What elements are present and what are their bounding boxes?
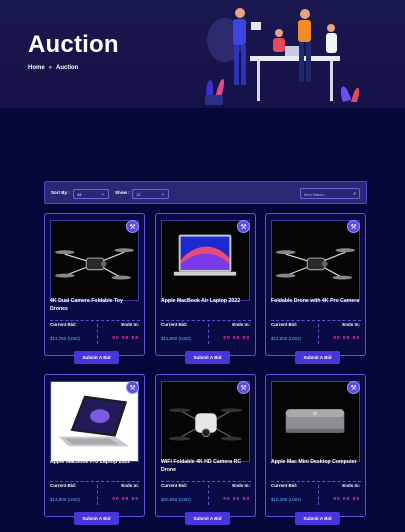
product-image[interactable]: [50, 220, 139, 301]
product-image[interactable]: [271, 220, 360, 301]
auction-card[interactable]: ⚒ WiFi Foldable 4K HD Camera RC Drone Curr…: [155, 374, 256, 525]
gavel-icon[interactable]: ⚒: [237, 381, 250, 394]
ends-in-label: Ends In:: [232, 483, 250, 488]
breadcrumb-home[interactable]: Home: [28, 65, 45, 71]
breadcrumb-current: Auction: [56, 65, 79, 71]
card-column-divider: [208, 485, 209, 505]
show-label: Show :: [115, 190, 130, 195]
product-title[interactable]: 4K Dual Camera Foldable Toy Drones: [50, 297, 140, 313]
show-select[interactable]: 12 ⌄: [132, 189, 169, 199]
ends-in-label: Ends In:: [121, 483, 139, 488]
gavel-icon[interactable]: ⚒: [347, 381, 360, 394]
current-bid-label: Current Bid:: [271, 483, 298, 488]
breadcrumb-separator: »: [48, 65, 53, 71]
current-bid-value: $13,950 (USD): [161, 336, 192, 341]
card-divider: [271, 481, 361, 482]
card-column-divider: [318, 324, 319, 344]
card-column-divider: [208, 324, 209, 344]
submit-bid-button[interactable]: Submit A Bid: [295, 512, 340, 525]
submit-bid-button[interactable]: Submit A Bid: [74, 351, 119, 364]
gavel-icon[interactable]: ⚒: [126, 381, 139, 394]
current-bid-value: $14,750 (USD): [50, 336, 81, 341]
filter-toolbar: Sort By : All ⌄ Show : 12 ⌄ Item Name...…: [44, 181, 367, 204]
current-bid-value: $20,650 (USD): [161, 497, 192, 502]
countdown-timer: 00 00 00: [223, 336, 250, 341]
search-placeholder: Item Name...: [304, 192, 327, 197]
page-hero: Auction Home » Auction: [0, 0, 405, 108]
gavel-icon[interactable]: ⚒: [237, 220, 250, 233]
countdown-timer: 00 00 00: [223, 497, 250, 502]
countdown-timer: 00 00 00: [333, 497, 360, 502]
card-divider: [50, 320, 140, 321]
current-bid-label: Current Bid:: [50, 483, 77, 488]
sort-label: Sort By :: [51, 190, 70, 195]
card-column-divider: [97, 324, 98, 344]
card-divider: [271, 320, 361, 321]
card-column-divider: [318, 485, 319, 505]
product-image[interactable]: [50, 381, 139, 462]
product-title[interactable]: Foldable Drone with 4K Pro Camera: [271, 297, 361, 305]
team-meeting-illustration: [205, 8, 360, 105]
card-divider: [161, 320, 251, 321]
chevron-down-icon: ⌄: [160, 191, 165, 197]
auction-card[interactable]: ⚒ Apple Mac Mini Desktop Computer Current …: [265, 374, 366, 525]
search-icon[interactable]: ⌕: [353, 191, 356, 197]
countdown-timer: 00 00 00: [333, 336, 360, 341]
submit-bid-button[interactable]: Submit A Bid: [185, 512, 230, 525]
ends-in-label: Ends In:: [121, 322, 139, 327]
current-bid-value: $10,200 (USD): [271, 497, 302, 502]
current-bid-label: Current Bid:: [161, 483, 188, 488]
current-bid-label: Current Bid:: [50, 322, 77, 327]
product-title[interactable]: Apple Macbook Pro Laptop 2022: [50, 458, 140, 466]
search-input[interactable]: Item Name... ⌕: [300, 188, 360, 199]
auction-card[interactable]: ⚒ Apple Macbook Pro Laptop 2022 Current Bi…: [44, 374, 145, 525]
ends-in-label: Ends In:: [232, 322, 250, 327]
show-select-value: 12: [136, 192, 141, 197]
breadcrumb: Home » Auction: [28, 65, 78, 71]
gavel-icon[interactable]: ⚒: [347, 220, 360, 233]
product-image[interactable]: [161, 381, 250, 462]
ends-in-label: Ends In:: [342, 483, 360, 488]
product-title[interactable]: Apple Mac Mini Desktop Computer: [271, 458, 361, 466]
page-title: Auction: [28, 31, 119, 58]
countdown-timer: 00 00 00: [112, 336, 139, 341]
submit-bid-button[interactable]: Submit A Bid: [185, 351, 230, 364]
card-divider: [161, 481, 251, 482]
current-bid-value: $13,500 (USD): [50, 497, 81, 502]
current-bid-label: Current Bid:: [161, 322, 188, 327]
countdown-timer: 00 00 00: [112, 497, 139, 502]
current-bid-value: $21,500 (USD): [271, 336, 302, 341]
auction-card[interactable]: ⚒ Apple MacBook Air Laptop 2022 Current Bi…: [155, 213, 256, 364]
sort-select[interactable]: All ⌄: [73, 189, 109, 199]
submit-bid-button[interactable]: Submit A Bid: [74, 512, 119, 525]
auction-card[interactable]: ⚒ Foldable Drone with 4K Pro Camera Curren…: [265, 213, 366, 364]
product-title[interactable]: WiFi Foldable 4K HD Camera RC Drone: [161, 458, 251, 474]
auction-card[interactable]: ⚒ 4K Dual Camera Foldable Toy Drones Curre…: [44, 213, 145, 364]
ends-in-label: Ends In:: [342, 322, 360, 327]
product-image[interactable]: [161, 220, 250, 301]
gavel-icon[interactable]: ⚒: [126, 220, 139, 233]
current-bid-label: Current Bid:: [271, 322, 298, 327]
product-image[interactable]: [271, 381, 360, 462]
card-column-divider: [97, 485, 98, 505]
sort-select-value: All: [77, 192, 82, 197]
card-divider: [50, 481, 140, 482]
submit-bid-button[interactable]: Submit A Bid: [295, 351, 340, 364]
product-title[interactable]: Apple MacBook Air Laptop 2022: [161, 297, 251, 305]
chevron-down-icon: ⌄: [100, 191, 105, 197]
